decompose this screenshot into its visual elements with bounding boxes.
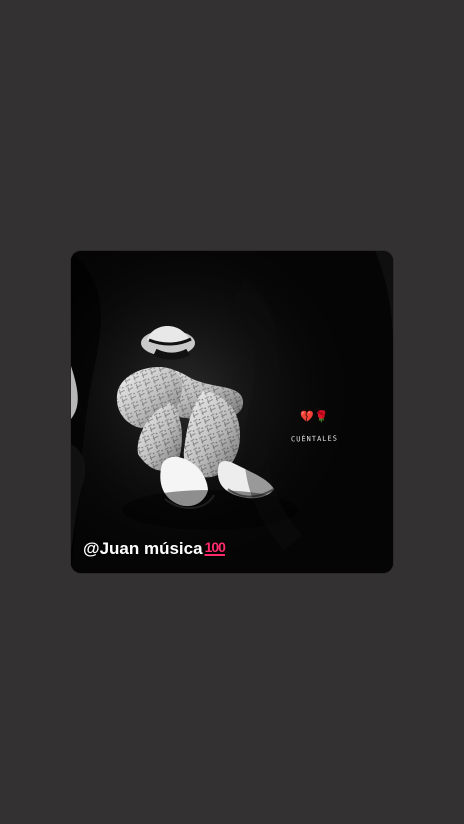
rose-icon: 🌹 [314,411,329,423]
emoji-overlay: 💔🌹 [300,411,328,423]
caption-text: @Juan música [83,539,203,558]
username-caption: @Juan música 100 [83,539,226,559]
broken-heart-icon: 💔 [300,411,314,423]
story-media-card[interactable]: 💔🌹 CUÉNTALES @Juan música 100 [71,251,393,573]
person-sitting-photo [71,251,393,573]
cuentales-text: CUÉNTALES [290,434,338,444]
story-screen: 💔🌹 CUÉNTALES @Juan música 100 [0,0,464,824]
hundred-points-icon: 100 [204,539,226,555]
